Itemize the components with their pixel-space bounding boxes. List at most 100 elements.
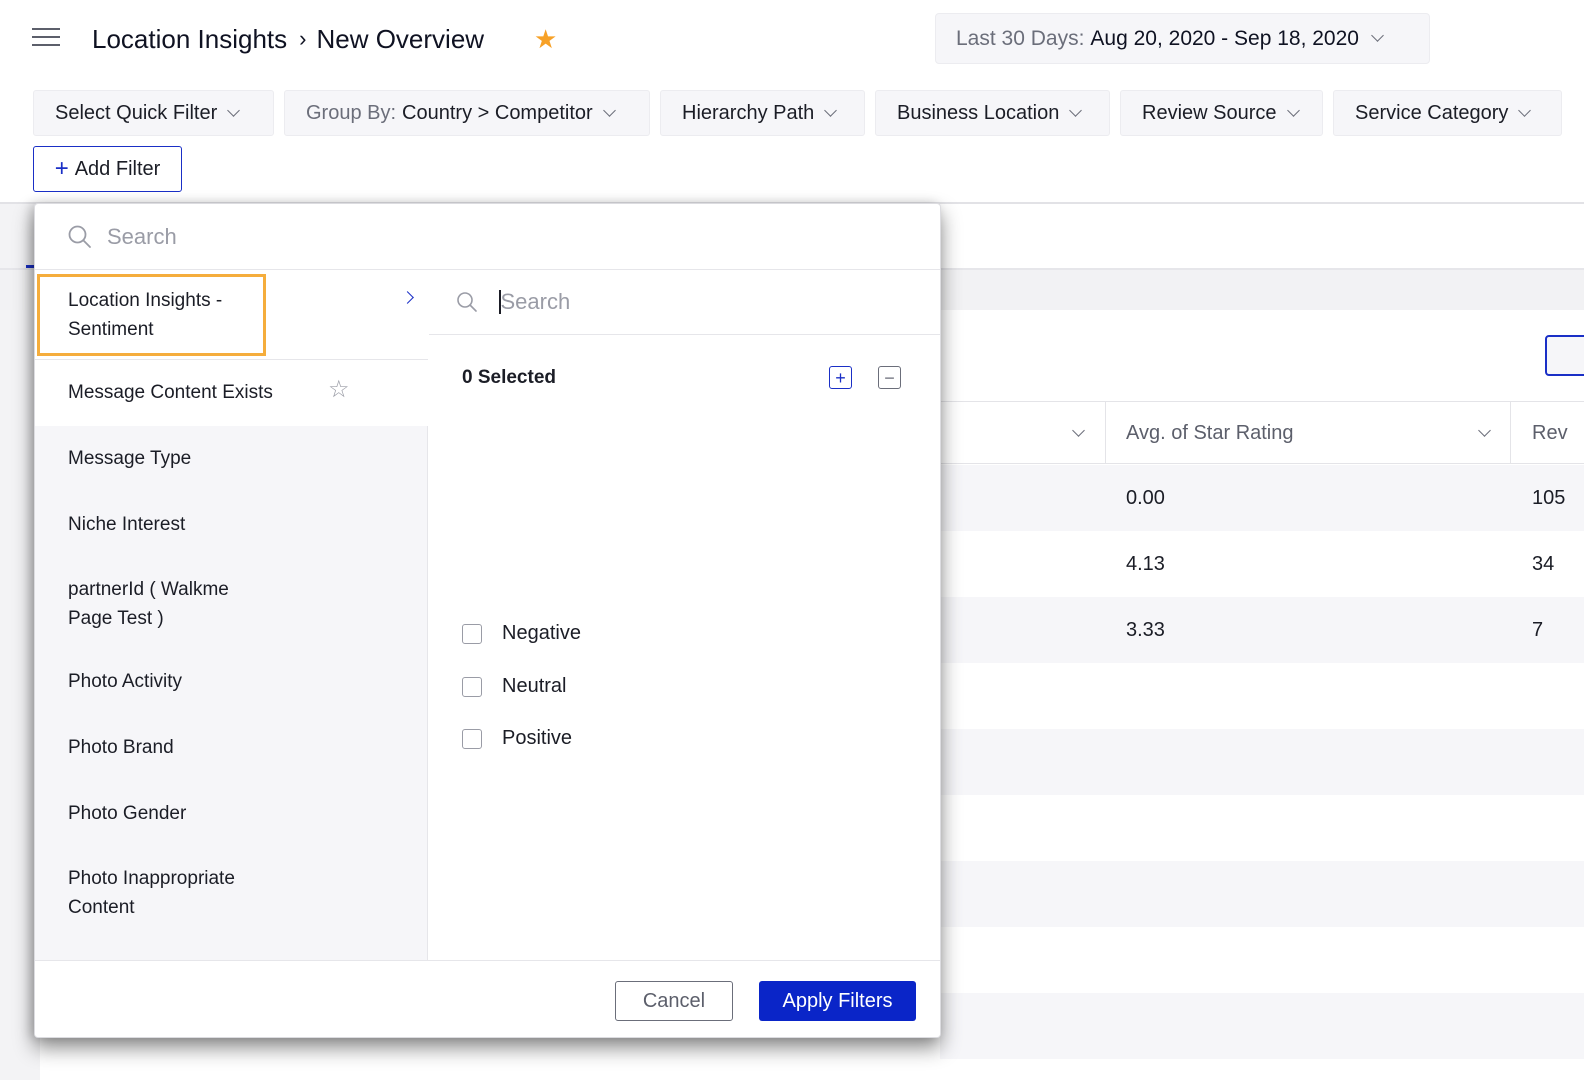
chip-label: Hierarchy Path xyxy=(682,101,815,124)
add-filter-popup: Search Location Insights - Sentiment Mes… xyxy=(34,203,941,1038)
search-icon xyxy=(457,292,477,312)
chip-prefix: Group By: xyxy=(306,101,397,124)
chevron-down-icon xyxy=(1371,29,1384,42)
chip-label: Service Category xyxy=(1355,101,1509,124)
list-item-label: Photo Activity xyxy=(68,671,183,692)
list-item-label: Message Content Exists xyxy=(68,382,273,403)
list-item-message-type[interactable]: Message Type xyxy=(35,444,428,473)
list-item-label: Location Insights - Sentiment xyxy=(68,290,223,340)
menu-icon[interactable] xyxy=(32,28,60,48)
checkbox[interactable] xyxy=(462,623,482,644)
column-divider xyxy=(1510,402,1511,464)
chevron-down-icon xyxy=(227,103,241,117)
star-outline-icon[interactable]: ☆ xyxy=(328,378,350,402)
chevron-down-icon[interactable] xyxy=(1478,424,1491,437)
list-item-location-insights-sentiment[interactable]: Location Insights - Sentiment xyxy=(35,270,428,360)
hierarchy-path-dropdown[interactable]: Hierarchy Path xyxy=(660,90,865,136)
date-range-picker[interactable]: Last 30 Days: Aug 20, 2020 - Sep 18, 202… xyxy=(935,13,1430,64)
cell-avg-star-rating: 3.33 xyxy=(1126,619,1165,641)
breadcrumb-item-location-insights[interactable]: Location Insights xyxy=(92,24,287,55)
table-row[interactable]: 0.00 105 xyxy=(940,465,1584,531)
column-divider xyxy=(1105,402,1106,464)
values-search-input[interactable]: Search xyxy=(429,270,940,335)
list-item-niche-interest[interactable]: Niche Interest xyxy=(35,510,428,539)
table-row-empty xyxy=(940,729,1584,795)
search-icon xyxy=(68,225,91,248)
chip-label: Review Source xyxy=(1142,101,1277,124)
search-placeholder: Search xyxy=(500,289,571,314)
business-location-dropdown[interactable]: Business Location xyxy=(875,90,1110,136)
chevron-down-icon xyxy=(824,103,838,117)
table-row-empty xyxy=(940,927,1584,993)
table-header: Avg. of Star Rating Rev xyxy=(940,401,1584,464)
deselect-all-button[interactable]: − xyxy=(878,366,901,389)
list-item-label: Message Type xyxy=(68,448,192,469)
checkbox[interactable] xyxy=(462,728,482,749)
search-placeholder: Search xyxy=(107,223,177,249)
service-category-dropdown[interactable]: Service Category xyxy=(1333,90,1562,136)
filter-values-panel: Search 0 Selected + − Negative Neutral P… xyxy=(429,270,940,960)
chip-label: Select Quick Filter xyxy=(55,101,218,124)
list-item-label: Photo Inappropriate Content xyxy=(68,868,235,918)
list-item-photo-activity[interactable]: Photo Activity xyxy=(35,667,428,696)
cell-reviews: 105 xyxy=(1532,487,1566,509)
chip-label: Business Location xyxy=(897,101,1060,124)
table-row-empty xyxy=(940,861,1584,927)
column-header-reviews[interactable]: Rev xyxy=(1532,402,1568,464)
quick-filter-dropdown[interactable]: Select Quick Filter xyxy=(33,90,274,136)
list-item-message-content-exists[interactable]: Message Content Exists ☆ xyxy=(35,360,428,426)
chevron-down-icon xyxy=(1286,103,1300,117)
widget-action-button[interactable] xyxy=(1545,335,1584,376)
table-row-empty xyxy=(940,663,1584,729)
checkbox[interactable] xyxy=(462,676,482,697)
option-neutral[interactable]: Neutral xyxy=(462,675,566,698)
cell-avg-star-rating: 0.00 xyxy=(1126,487,1165,509)
list-item-photo-gender[interactable]: Photo Gender xyxy=(35,799,428,828)
filter-field-list: Location Insights - Sentiment Message Co… xyxy=(35,270,428,960)
add-filter-label: Add Filter xyxy=(74,157,161,180)
popup-footer: Cancel Apply Filters xyxy=(35,960,940,1037)
chevron-right-icon: › xyxy=(299,26,307,51)
column-header-avg-star-rating[interactable]: Avg. of Star Rating xyxy=(1126,402,1294,464)
apply-filters-button[interactable]: Apply Filters xyxy=(759,981,916,1021)
cell-avg-star-rating: 4.13 xyxy=(1126,553,1165,575)
list-item-label: Photo Gender xyxy=(68,803,187,824)
breadcrumb: Location Insights › New Overview xyxy=(92,22,484,56)
chevron-down-icon xyxy=(1069,103,1083,117)
chevron-down-icon xyxy=(602,103,616,117)
plus-icon: + xyxy=(835,367,846,388)
option-label: Negative xyxy=(502,622,581,644)
favorite-star-icon[interactable]: ★ xyxy=(534,24,557,55)
option-positive[interactable]: Positive xyxy=(462,727,572,750)
chevron-down-icon[interactable] xyxy=(1072,424,1085,437)
group-by-dropdown[interactable]: Group By: Country > Competitor xyxy=(284,90,650,136)
table-row[interactable]: 4.13 34 xyxy=(940,531,1584,597)
filter-search-input[interactable]: Search xyxy=(35,204,940,270)
option-negative[interactable]: Negative xyxy=(462,622,581,645)
add-filter-button[interactable]: + Add Filter xyxy=(33,146,182,192)
minus-icon: − xyxy=(884,367,895,388)
plus-icon: + xyxy=(54,155,69,182)
cell-reviews: 34 xyxy=(1532,553,1555,575)
cancel-button[interactable]: Cancel xyxy=(615,981,733,1021)
review-source-dropdown[interactable]: Review Source xyxy=(1120,90,1323,136)
chevron-right-icon xyxy=(401,291,414,304)
chip-label: Country > Competitor xyxy=(402,101,593,124)
table-row-empty xyxy=(940,993,1584,1059)
chevron-down-icon xyxy=(1518,103,1532,117)
list-item-label: Niche Interest xyxy=(68,514,186,535)
date-range-value: Aug 20, 2020 - Sep 18, 2020 xyxy=(1090,26,1359,50)
page-title: New Overview xyxy=(316,23,485,54)
option-label: Neutral xyxy=(502,675,567,697)
option-label: Positive xyxy=(502,727,573,749)
table-row[interactable]: 3.33 7 xyxy=(940,597,1584,663)
select-all-button[interactable]: + xyxy=(829,366,852,389)
table-row-empty xyxy=(940,795,1584,861)
list-item-label: partnerId ( Walkme Page Test ) xyxy=(68,579,229,629)
list-item-partnerid[interactable]: partnerId ( Walkme Page Test ) xyxy=(35,575,428,633)
date-range-label: Last 30 Days: xyxy=(956,26,1085,50)
selected-count: 0 Selected xyxy=(462,367,556,388)
list-item-photo-inappropriate-content[interactable]: Photo Inappropriate Content xyxy=(35,864,428,922)
list-item-photo-brand[interactable]: Photo Brand xyxy=(35,733,428,762)
list-item-label: Photo Brand xyxy=(68,737,174,758)
